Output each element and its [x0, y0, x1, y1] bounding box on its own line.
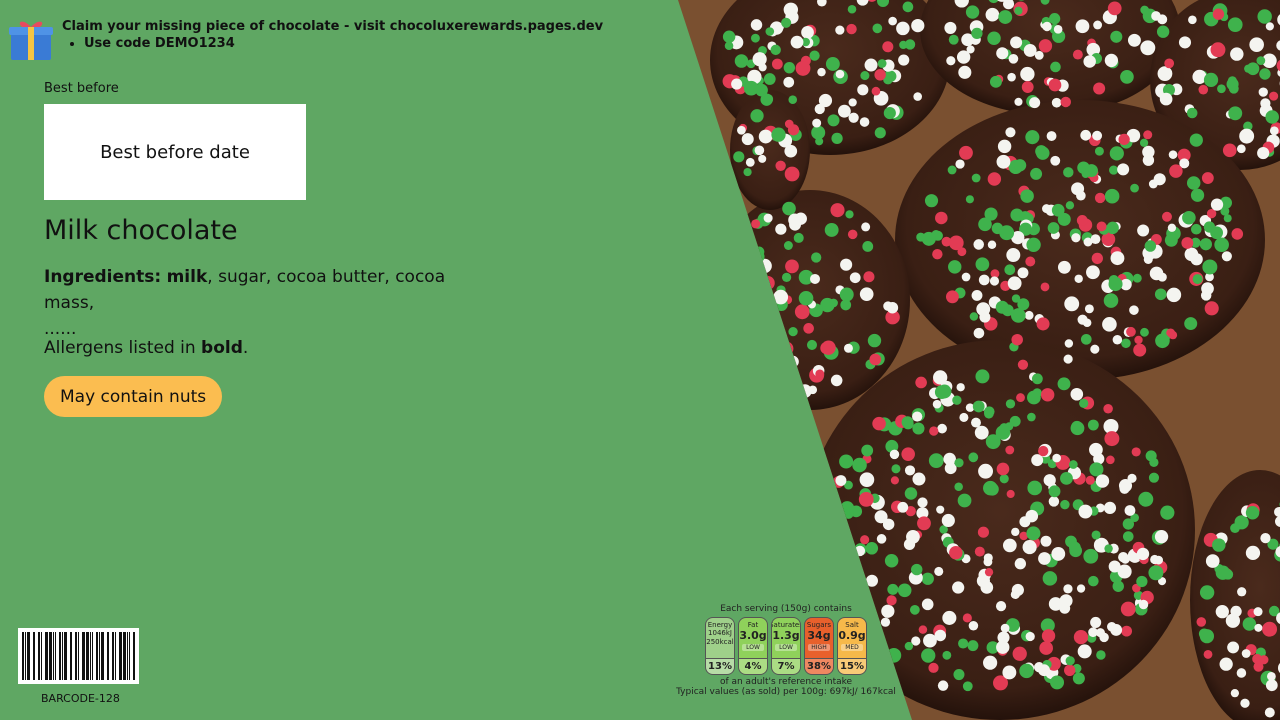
allergen-note: Allergens listed in bold.: [44, 338, 248, 358]
nutrition-cell-salt: Salt 0.9g MED 15%: [837, 617, 867, 675]
nutrient-percent: 38%: [805, 658, 833, 674]
allergen-suffix: .: [242, 338, 249, 358]
nutrient-amount: 3.0g: [739, 629, 767, 642]
ingredients-text: Ingredients: milk, sugar, cocoa butter, …: [44, 264, 484, 342]
best-before-text: Best before date: [100, 141, 250, 163]
allergen-bold: bold: [201, 338, 243, 358]
nutrition-label: Each serving (150g) contains Energy 1046k…: [672, 604, 900, 697]
promo-banner: Claim your missing piece of chocolate - …: [8, 18, 603, 62]
nutrition-cells: Energy1046kJ 250kcal 13% Fat3.0g LOW 4% Sat…: [672, 617, 900, 675]
nutrient-amount: 1046kJ 250kcal: [706, 629, 734, 646]
nutrient-level: LOW: [775, 644, 797, 651]
best-before-label: Best before: [44, 81, 119, 96]
nutrition-cell-fat: Fat 3.0g LOW 4%: [738, 617, 768, 675]
barcode-label: BARCODE-128: [41, 692, 120, 705]
nutrient-percent: 15%: [838, 658, 866, 674]
barcode-image: [18, 628, 139, 684]
ingredients-label: Ingredients:: [44, 267, 162, 287]
best-before-box: Best before date: [44, 104, 306, 200]
nutrient-percent: 7%: [772, 658, 800, 674]
allergen-prefix: Allergens listed in: [44, 338, 196, 358]
nutrient-amount: 0.9g: [838, 629, 866, 642]
nutrient-amount: 34g: [807, 629, 831, 642]
nutrition-caption: Each serving (150g) contains: [720, 604, 852, 614]
nutrition-cell-saturates: Saturates1.3g LOW 7%: [771, 617, 801, 675]
nutrition-cell-sugars: Sugars 34g HIGH 38%: [804, 617, 834, 675]
gift-icon: [9, 21, 53, 60]
nutrient-level: LOW: [742, 644, 764, 651]
nutrient-name: Fat: [747, 621, 759, 629]
nutrition-footer-intake: of an adult's reference intake: [719, 677, 853, 687]
ingredient-milk: milk: [166, 267, 208, 287]
ingredients-more: ......: [44, 319, 77, 339]
nutrient-percent: 4%: [739, 658, 767, 674]
nutrient-percent: 13%: [706, 658, 734, 674]
promo-code-bullet: Use code DEMO1234: [84, 35, 603, 52]
nutrient-level: HIGH: [808, 644, 830, 651]
nutrient-name: Energy: [707, 621, 733, 629]
nutrition-cell-energy: Energy 1046kJ 250kcal 13%: [705, 617, 735, 675]
nutrient-level: MED: [841, 644, 863, 651]
nutrient-name: Sugars: [806, 621, 832, 629]
nutrient-name: Saturates: [772, 621, 800, 629]
nutrition-footer-typical: Typical values (as sold) per 100g: 697kJ…: [676, 687, 896, 697]
product-title: Milk chocolate: [44, 215, 238, 246]
nutrient-name: Salt: [845, 621, 859, 629]
nutrient-amount: 1.3g: [772, 629, 800, 642]
may-contain-nuts-button[interactable]: May contain nuts: [44, 376, 223, 417]
promo-headline: Claim your missing piece of chocolate - …: [62, 19, 604, 34]
